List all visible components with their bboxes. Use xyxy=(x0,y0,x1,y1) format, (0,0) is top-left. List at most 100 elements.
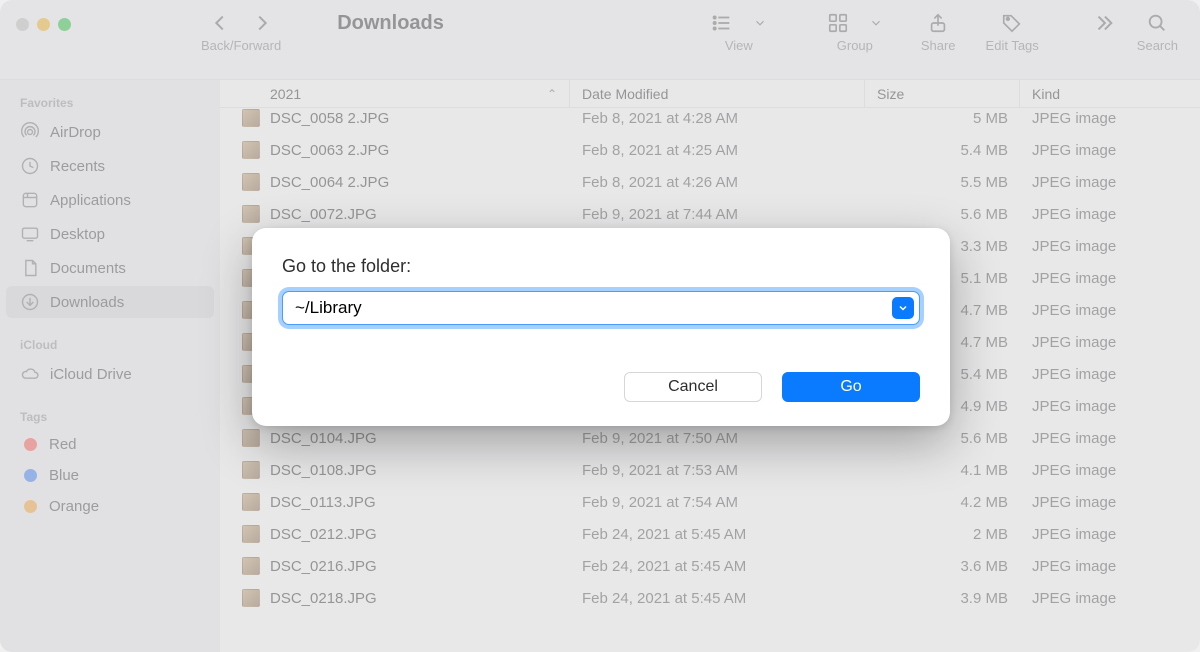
file-size: 4.2 MB xyxy=(865,494,1020,511)
share-icon[interactable] xyxy=(927,12,949,34)
chevron-down-icon xyxy=(897,302,909,314)
sidebar-item-airdrop[interactable]: AirDrop xyxy=(6,116,214,148)
group-label: Group xyxy=(837,38,873,53)
folder-path-combo xyxy=(282,291,920,325)
file-name: DSC_0104.JPG xyxy=(270,430,377,447)
sidebar-item-label: Documents xyxy=(50,260,126,277)
file-size: 3.9 MB xyxy=(865,590,1020,607)
apps-icon xyxy=(20,190,40,210)
file-size: 5.6 MB xyxy=(865,206,1020,223)
file-date: Feb 9, 2021 at 7:53 AM xyxy=(570,462,865,479)
table-row[interactable]: DSC_0212.JPGFeb 24, 2021 at 5:45 AM2 MBJ… xyxy=(220,518,1200,550)
go-button[interactable]: Go xyxy=(782,372,920,402)
file-kind: JPEG image xyxy=(1020,142,1200,159)
sort-ascending-icon: ⌃ xyxy=(547,87,557,101)
table-row[interactable]: DSC_0218.JPGFeb 24, 2021 at 5:45 AM3.9 M… xyxy=(220,582,1200,614)
table-row[interactable]: DSC_0113.JPGFeb 9, 2021 at 7:54 AM4.2 MB… xyxy=(220,486,1200,518)
file-kind: JPEG image xyxy=(1020,430,1200,447)
list-view-icon[interactable] xyxy=(711,12,733,34)
view-group[interactable]: View xyxy=(711,12,767,53)
back-icon[interactable] xyxy=(209,12,231,34)
chevron-down-icon[interactable] xyxy=(753,16,767,30)
group-icon[interactable] xyxy=(827,12,849,34)
sidebar-item-label: Applications xyxy=(50,192,131,209)
file-name: DSC_0072.JPG xyxy=(270,206,377,223)
file-name: DSC_0063 2.JPG xyxy=(270,142,389,159)
dialog-label: Go to the folder: xyxy=(282,256,920,277)
forward-icon[interactable] xyxy=(251,12,273,34)
table-row[interactable]: DSC_0104.JPG Feb 9, 2021 at 7:50 AM5.6 MB… xyxy=(220,422,1200,454)
go-to-folder-dialog: Go to the folder: Cancel Go xyxy=(252,228,950,426)
sidebar-tag-orange[interactable]: Orange xyxy=(6,492,214,521)
file-date: Feb 8, 2021 at 4:25 AM xyxy=(570,142,865,159)
close-button[interactable] xyxy=(16,18,29,31)
table-row[interactable]: DSC_0058 2.JPG Feb 8, 2021 at 4:28 AM5 MB… xyxy=(220,102,1200,134)
folder-path-input[interactable] xyxy=(282,291,920,325)
search-icon[interactable] xyxy=(1146,12,1168,34)
more-group[interactable] xyxy=(1093,12,1115,53)
file-thumbnail-icon xyxy=(242,205,260,223)
tags-title: Tags xyxy=(0,402,220,428)
share-group[interactable]: Share xyxy=(921,12,956,53)
sidebar-item-recents[interactable]: Recents xyxy=(6,150,214,182)
group-group[interactable]: Group xyxy=(827,12,883,53)
file-kind: JPEG image xyxy=(1020,206,1200,223)
chevrons-right-icon[interactable] xyxy=(1093,12,1115,34)
column-header-name-label: 2021 xyxy=(270,86,301,102)
download-icon xyxy=(20,292,40,312)
sidebar-item-label: Red xyxy=(49,436,77,453)
file-kind: JPEG image xyxy=(1020,302,1200,319)
finder-window: Back/Forward Downloads View Group xyxy=(0,0,1200,652)
sidebar-tag-blue[interactable]: Blue xyxy=(6,461,214,490)
window-controls xyxy=(16,12,71,31)
file-date: Feb 24, 2021 at 5:45 AM xyxy=(570,526,865,543)
sidebar-tag-red[interactable]: Red xyxy=(6,430,214,459)
file-kind: JPEG image xyxy=(1020,110,1200,127)
toolbar: Back/Forward Downloads View Group xyxy=(0,0,1200,80)
tag-icon[interactable] xyxy=(1001,12,1023,34)
file-kind: JPEG image xyxy=(1020,590,1200,607)
sidebar: Favorites AirDropRecents Applications Desk… xyxy=(0,80,220,652)
file-size: 5.5 MB xyxy=(865,174,1020,191)
file-thumbnail-icon xyxy=(242,109,260,127)
search-group[interactable]: Search xyxy=(1137,12,1178,53)
file-date: Feb 8, 2021 at 4:28 AM xyxy=(570,110,865,127)
table-row[interactable]: DSC_0216.JPGFeb 24, 2021 at 5:45 AM3.6 M… xyxy=(220,550,1200,582)
tag-dot-icon xyxy=(24,500,37,513)
file-thumbnail-icon xyxy=(242,589,260,607)
file-kind: JPEG image xyxy=(1020,174,1200,191)
cancel-button[interactable]: Cancel xyxy=(624,372,762,402)
minimize-button[interactable] xyxy=(37,18,50,31)
sidebar-item-applications[interactable]: Applications xyxy=(6,184,214,216)
zoom-button[interactable] xyxy=(58,18,71,31)
view-label: View xyxy=(725,38,753,53)
file-thumbnail-icon xyxy=(242,461,260,479)
table-row[interactable]: DSC_0108.JPGFeb 9, 2021 at 7:53 AM4.1 MB… xyxy=(220,454,1200,486)
file-thumbnail-icon xyxy=(242,141,260,159)
file-thumbnail-icon xyxy=(242,557,260,575)
file-name: DSC_0058 2.JPG xyxy=(270,110,389,127)
dropdown-toggle[interactable] xyxy=(892,297,914,319)
tags-group[interactable]: Edit Tags xyxy=(986,12,1039,53)
file-date: Feb 9, 2021 at 7:50 AM xyxy=(570,430,865,447)
tags-label: Edit Tags xyxy=(986,38,1039,53)
file-date: Feb 9, 2021 at 7:44 AM xyxy=(570,206,865,223)
file-size: 5.6 MB xyxy=(865,430,1020,447)
sidebar-item-downloads[interactable]: Downloads xyxy=(6,286,214,318)
tag-dot-icon xyxy=(24,438,37,451)
sidebar-item-label: Orange xyxy=(49,498,99,515)
table-row[interactable]: DSC_0063 2.JPGFeb 8, 2021 at 4:25 AM5.4 … xyxy=(220,134,1200,166)
file-date: Feb 9, 2021 at 7:54 AM xyxy=(570,494,865,511)
chevron-down-icon[interactable] xyxy=(869,16,883,30)
file-name: DSC_0218.JPG xyxy=(270,590,377,607)
table-row[interactable]: DSC_0072.JPG Feb 9, 2021 at 7:44 AM5.6 MB… xyxy=(220,198,1200,230)
sidebar-item-documents[interactable]: Documents xyxy=(6,252,214,284)
window-title: Downloads xyxy=(337,12,444,35)
sidebar-item-desktop[interactable]: Desktop xyxy=(6,218,214,250)
file-name: DSC_0108.JPG xyxy=(270,462,377,479)
table-row[interactable]: DSC_0064 2.JPGFeb 8, 2021 at 4:26 AM5.5 … xyxy=(220,166,1200,198)
file-size: 5 MB xyxy=(865,110,1020,127)
icloud-title: iCloud xyxy=(0,330,220,356)
sidebar-item-icloud-drive[interactable]: iCloud Drive xyxy=(6,358,214,390)
favorites-title: Favorites xyxy=(0,88,220,114)
